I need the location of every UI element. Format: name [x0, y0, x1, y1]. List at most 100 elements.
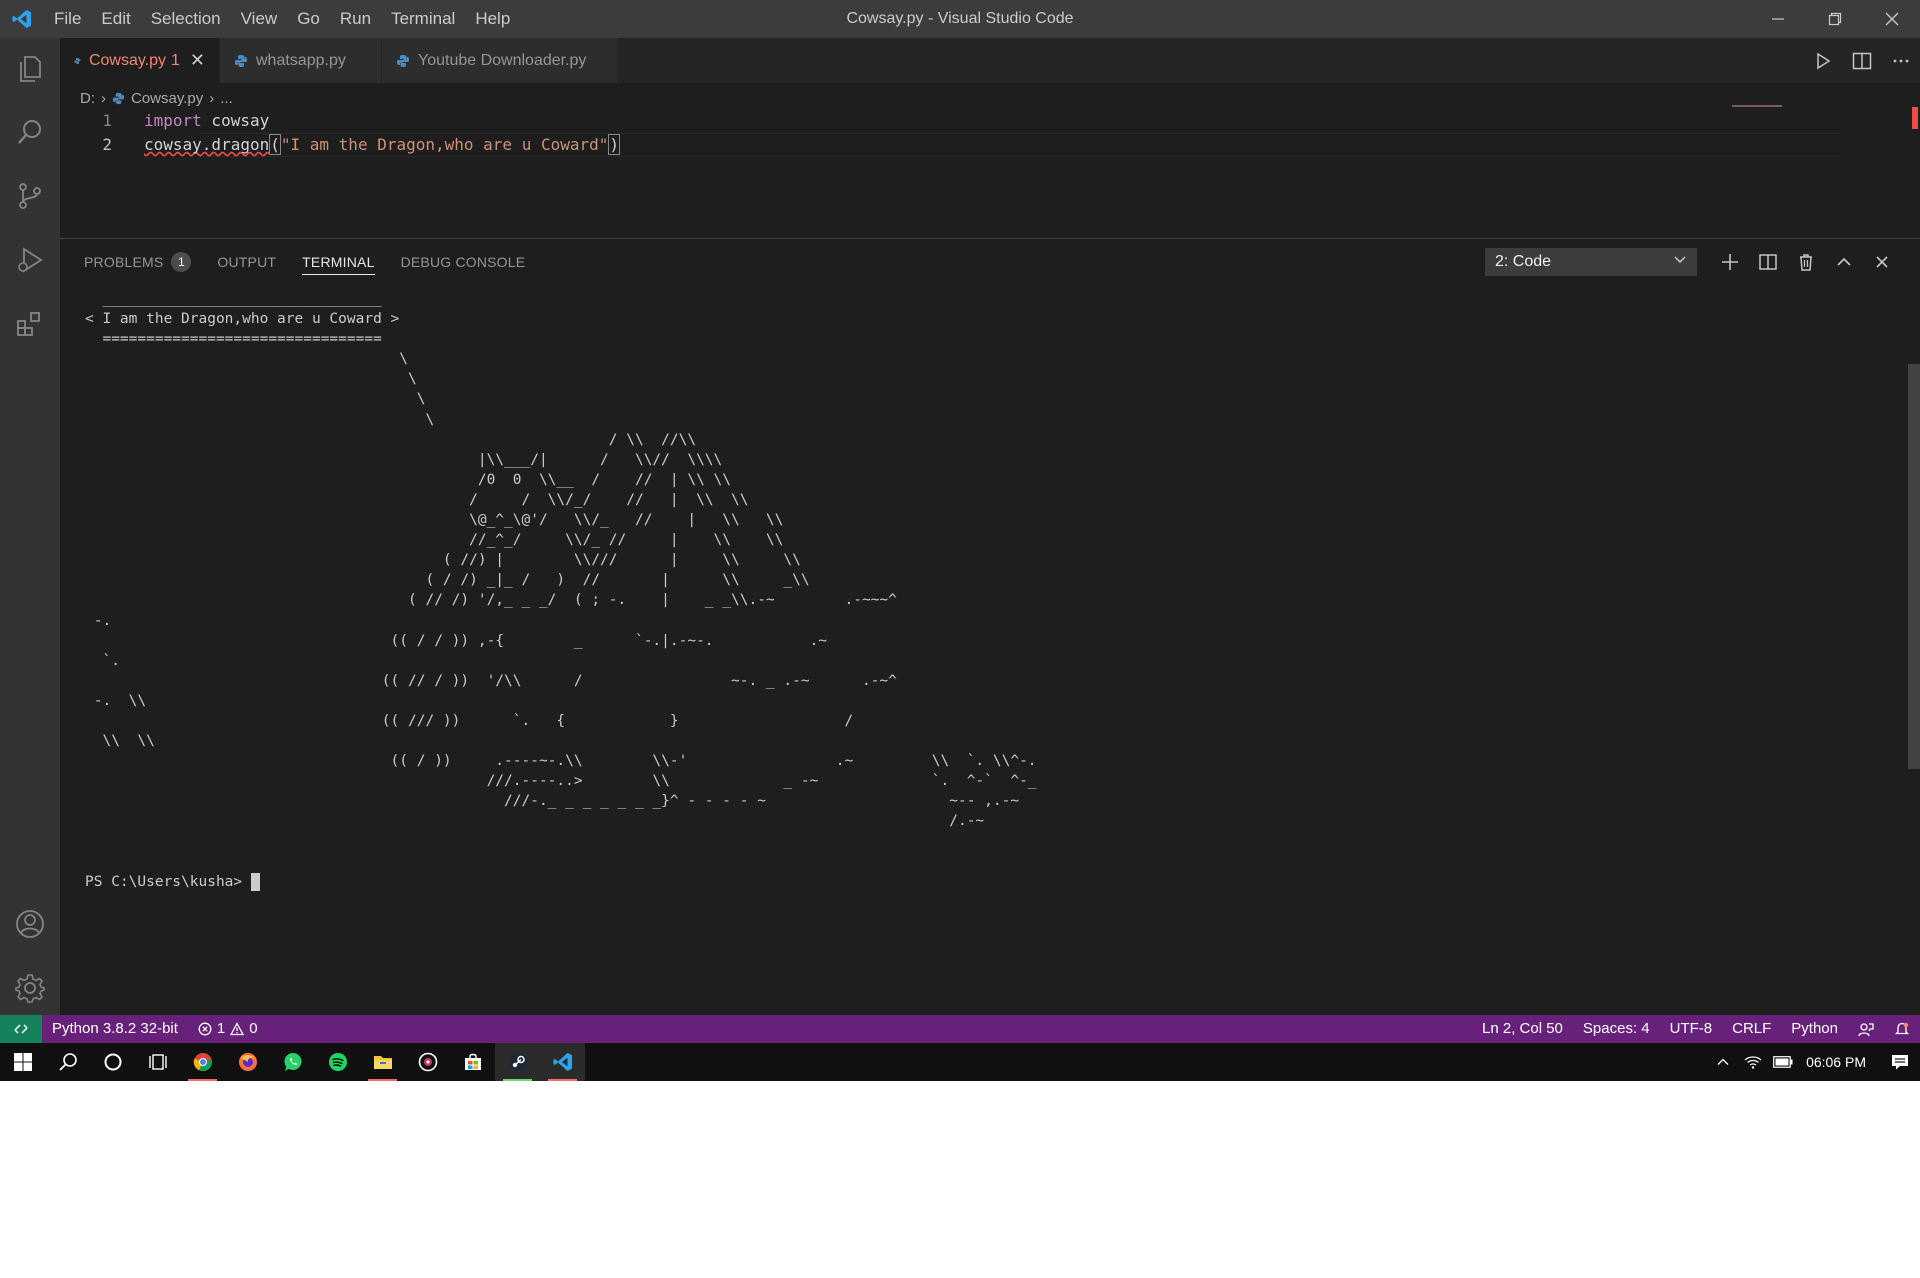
terminal-output[interactable]: ________________________________ < I am … — [85, 289, 1037, 892]
whatsapp-icon — [284, 1053, 301, 1071]
tab-output[interactable]: OUTPUT — [217, 239, 276, 285]
settings-gear-icon[interactable] — [0, 958, 60, 1018]
taskbar-steam[interactable] — [495, 1043, 540, 1081]
chrome-icon — [193, 1053, 212, 1072]
close-tab-icon[interactable]: ✕ — [190, 50, 205, 71]
bracket: ( — [269, 134, 281, 155]
breadcrumb-symbols[interactable]: ... — [220, 90, 233, 107]
tab-terminal[interactable]: TERMINAL — [302, 249, 375, 275]
explorer-icon[interactable] — [0, 38, 60, 98]
windows-taskbar: 06:06 PM — [0, 1043, 1920, 1081]
error-icon — [198, 1022, 212, 1036]
error-scroll-marker — [1906, 105, 1920, 133]
task-view-button[interactable] — [135, 1043, 180, 1081]
feedback-button[interactable] — [1848, 1015, 1884, 1043]
restore-button[interactable] — [1806, 0, 1863, 38]
vscode-logo-icon — [0, 0, 44, 38]
run-file-icon[interactable] — [1814, 52, 1832, 70]
folder-icon — [373, 1056, 392, 1069]
editor-tab-bar: Cowsay.py 1 ✕ whatsapp.py Youtube Downlo… — [60, 38, 1920, 83]
source-control-icon[interactable] — [0, 166, 60, 226]
breadcrumb-drive[interactable]: D: — [80, 90, 95, 107]
taskbar-store[interactable] — [450, 1043, 495, 1081]
tab-youtube-downloader[interactable]: Youtube Downloader.py — [382, 38, 618, 83]
error-count: 1 — [216, 1020, 226, 1037]
remote-indicator[interactable] — [0, 1015, 42, 1043]
tab-label: Youtube Downloader.py — [418, 51, 587, 69]
extensions-icon[interactable] — [0, 294, 60, 354]
menu-go[interactable]: Go — [287, 0, 330, 38]
terminal-text: ________________________________ < I am … — [85, 291, 1037, 830]
chevron-right-icon: › — [101, 89, 106, 107]
minimap[interactable] — [1732, 105, 1842, 109]
search-icon[interactable] — [0, 102, 60, 162]
string-literal: "I am the Dragon,who are u Coward" — [280, 135, 609, 154]
trash-icon[interactable] — [1796, 252, 1816, 272]
taskbar-chrome[interactable] — [180, 1043, 225, 1081]
indentation[interactable]: Spaces: 4 — [1573, 1015, 1660, 1043]
warning-count: 0 — [249, 1020, 258, 1037]
close-window-button[interactable] — [1863, 0, 1920, 38]
line-text: cowsay.dragon("I am the Dragon,who are u… — [112, 133, 621, 157]
menu-terminal[interactable]: Terminal — [381, 0, 465, 38]
code-editor[interactable]: D: › Cowsay.py › ... 1 import cowsay 2 c… — [60, 83, 1920, 238]
panel-actions — [1720, 247, 1892, 277]
chevron-right-icon: › — [209, 89, 215, 107]
menu-bar: File Edit Selection View Go Run Terminal… — [44, 0, 520, 38]
line-number: 1 — [102, 111, 112, 130]
action-center-button[interactable] — [1880, 1043, 1920, 1081]
cursor-position[interactable]: Ln 2, Col 50 — [1472, 1015, 1573, 1043]
line-ending[interactable]: CRLF — [1722, 1015, 1781, 1043]
account-icon[interactable] — [0, 894, 60, 954]
error-marker — [1912, 107, 1918, 129]
tab-problems[interactable]: PROBLEMS 1 — [84, 239, 192, 285]
split-editor-icon[interactable] — [1852, 52, 1872, 70]
bottom-panel: PROBLEMS 1 OUTPUT TERMINAL DEBUG CONSOLE… — [60, 238, 1920, 1015]
taskbar-file-explorer[interactable] — [360, 1043, 405, 1081]
new-terminal-icon[interactable] — [1720, 252, 1740, 272]
run-debug-icon[interactable] — [0, 230, 60, 290]
breadcrumb-file[interactable]: Cowsay.py — [131, 90, 203, 107]
terminal-selector[interactable]: 2: Code — [1485, 248, 1697, 276]
problems-status[interactable]: 1 0 — [188, 1015, 268, 1043]
taskbar-search-button[interactable] — [45, 1043, 90, 1081]
encoding[interactable]: UTF-8 — [1660, 1015, 1723, 1043]
python-interpreter[interactable]: Python 3.8.2 32-bit — [42, 1015, 188, 1043]
menu-help[interactable]: Help — [465, 0, 520, 38]
taskbar-clock[interactable]: 06:06 PM — [1798, 1054, 1880, 1070]
battery-button[interactable] — [1768, 1043, 1798, 1081]
menu-file[interactable]: File — [44, 0, 91, 38]
tab-debug-console[interactable]: DEBUG CONSOLE — [401, 239, 526, 285]
spotify-icon — [328, 1053, 347, 1071]
tab-label: Cowsay.py — [88, 51, 166, 69]
menu-edit[interactable]: Edit — [91, 0, 140, 38]
more-actions-icon[interactable] — [1892, 52, 1910, 70]
minimize-button[interactable] — [1749, 0, 1806, 38]
language-mode[interactable]: Python — [1781, 1015, 1848, 1043]
maximize-panel-icon[interactable] — [1834, 252, 1854, 272]
store-icon — [464, 1053, 481, 1070]
python-file-icon — [112, 92, 125, 104]
menu-view[interactable]: View — [231, 0, 288, 38]
firefox-icon — [238, 1053, 257, 1071]
menu-run[interactable]: Run — [330, 0, 381, 38]
cortana-button[interactable] — [90, 1043, 135, 1081]
taskbar-whatsapp[interactable] — [270, 1043, 315, 1081]
close-panel-icon[interactable] — [1872, 252, 1892, 272]
terminal-scrollbar[interactable] — [1908, 364, 1920, 769]
split-terminal-icon[interactable] — [1758, 252, 1778, 272]
status-bar: Python 3.8.2 32-bit 1 0 Ln 2, Col 50 Spa… — [0, 1015, 1920, 1043]
show-hidden-icons-button[interactable] — [1708, 1043, 1738, 1081]
notifications-button[interactable] — [1884, 1015, 1920, 1043]
network-button[interactable] — [1738, 1043, 1768, 1081]
taskbar-groove-music[interactable] — [405, 1043, 450, 1081]
menu-selection[interactable]: Selection — [141, 0, 231, 38]
tab-whatsapp[interactable]: whatsapp.py — [220, 38, 382, 83]
tab-problem-count: 1 — [171, 51, 180, 69]
tab-cowsay[interactable]: Cowsay.py 1 ✕ — [60, 38, 220, 83]
taskbar-firefox[interactable] — [225, 1043, 270, 1081]
start-button[interactable] — [0, 1043, 45, 1081]
taskbar-spotify[interactable] — [315, 1043, 360, 1081]
status-right: Ln 2, Col 50 Spaces: 4 UTF-8 CRLF Python — [1472, 1015, 1920, 1043]
taskbar-vscode[interactable] — [540, 1043, 585, 1081]
